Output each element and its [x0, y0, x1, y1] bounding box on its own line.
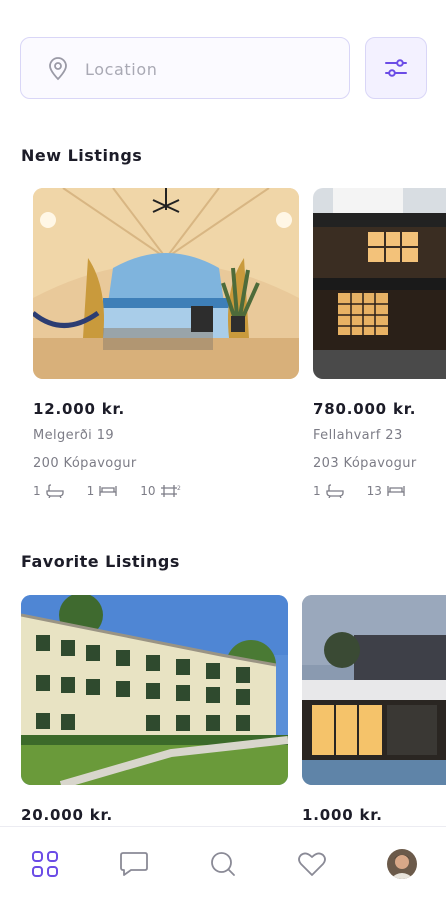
bed-count-value: 1 — [86, 484, 95, 498]
filter-button[interactable] — [365, 37, 427, 99]
new-listing-card[interactable]: 12.000 kr. Melgerði 19 200 Kópavogur 1 1… — [33, 188, 299, 508]
listing-features: 1 1 10 2 — [33, 484, 204, 498]
bathtub-icon — [325, 484, 344, 498]
grid-icon — [32, 851, 58, 877]
location-search-box[interactable] — [20, 37, 350, 99]
avatar — [387, 849, 417, 879]
new-listing-card[interactable]: 780.000 kr. Fellahvarf 23 203 Kópavogur … — [313, 188, 446, 508]
bed-count: 1 — [87, 484, 119, 498]
bed-count-value: 13 — [366, 484, 382, 498]
listing-city: 200 Kópavogur — [33, 456, 137, 471]
listing-photo — [313, 188, 446, 379]
listing-price: 780.000 kr. — [313, 400, 417, 418]
nav-favorites[interactable] — [297, 849, 327, 879]
listing-price: 12.000 kr. — [33, 400, 126, 418]
bed-count: 13 — [367, 484, 406, 498]
sliders-icon — [385, 59, 407, 77]
new-listings-title: New Listings — [21, 146, 143, 165]
bottom-nav — [0, 826, 446, 900]
area-icon: 2 — [160, 485, 181, 497]
bath-count-value: 1 — [33, 484, 41, 498]
area-size: 10 2 — [140, 484, 181, 498]
favorite-listing-card[interactable]: 20.000 kr. — [21, 595, 288, 825]
location-input[interactable] — [85, 54, 335, 84]
bed-icon — [99, 486, 117, 496]
favorite-listing-card[interactable]: 1.000 kr. — [302, 595, 446, 825]
listing-street: Melgerði 19 — [33, 428, 115, 443]
heart-icon — [298, 852, 326, 876]
listing-city: 203 Kópavogur — [313, 456, 417, 471]
nav-search[interactable] — [208, 849, 238, 879]
listing-photo — [21, 595, 288, 785]
search-row — [20, 37, 428, 99]
listing-price: 1.000 kr. — [302, 806, 383, 824]
listing-street: Fellahvarf 23 — [313, 428, 403, 443]
map-pin-icon — [49, 57, 67, 81]
chat-icon — [120, 852, 148, 876]
area-size-value: 10 — [140, 484, 156, 498]
bath-count: 1 — [33, 484, 65, 498]
svg-text:2: 2 — [177, 485, 181, 492]
search-icon — [211, 852, 235, 876]
bath-count: 1 — [313, 484, 345, 498]
bed-icon — [387, 486, 405, 496]
listing-price: 20.000 kr. — [21, 806, 114, 824]
bathtub-icon — [45, 484, 64, 498]
listing-photo — [33, 188, 299, 379]
nav-home[interactable] — [30, 849, 60, 879]
listing-photo — [302, 595, 446, 785]
bath-count-value: 1 — [313, 484, 321, 498]
listing-features: 1 13 — [313, 484, 428, 498]
favorite-listings-title: Favorite Listings — [21, 552, 180, 571]
nav-messages[interactable] — [119, 849, 149, 879]
nav-profile[interactable] — [387, 849, 417, 879]
